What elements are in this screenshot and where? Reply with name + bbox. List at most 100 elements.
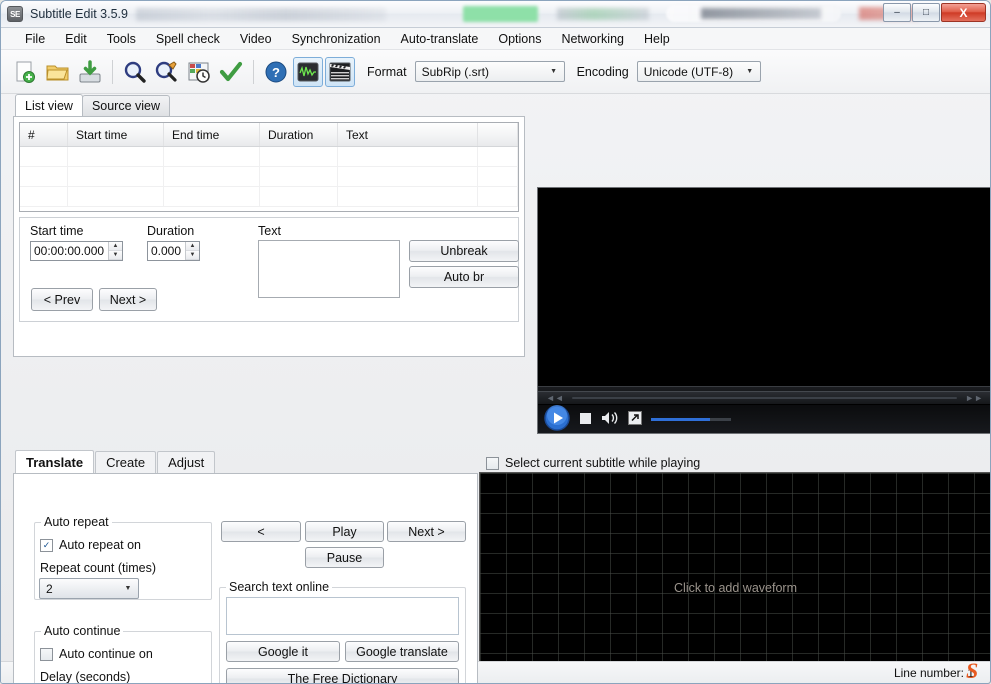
text-label: Text (258, 224, 281, 238)
auto-br-button[interactable]: Auto br (409, 266, 519, 288)
auto-repeat-on-checkbox[interactable]: ✓ Auto repeat on (40, 538, 141, 552)
toggle-waveform-icon[interactable] (293, 56, 323, 87)
volume-icon[interactable] (601, 410, 619, 429)
video-seek-bar[interactable] (571, 397, 958, 399)
volume-slider[interactable] (651, 418, 731, 421)
unbreak-button[interactable]: Unbreak (409, 240, 519, 262)
select-current-subtitle-checkbox[interactable]: Select current subtitle while playing (486, 456, 700, 470)
next-subtitle-button[interactable]: Next > (99, 288, 157, 311)
repeat-count-dropdown[interactable]: 2 ▼ (39, 578, 139, 599)
stop-icon[interactable] (579, 412, 592, 428)
waveform-display[interactable]: Click to add waveform (479, 472, 990, 683)
video-player[interactable]: ◄◄ ►► (537, 187, 990, 434)
column-header-number[interactable]: # (20, 123, 68, 146)
free-dictionary-button[interactable]: The Free Dictionary (226, 668, 459, 683)
google-translate-button[interactable]: Google translate (345, 641, 459, 662)
playback-play-button[interactable]: Play (305, 521, 384, 542)
auto-repeat-group-title: Auto repeat (41, 515, 112, 529)
encoding-dropdown[interactable]: Unicode (UTF-8) ▼ (636, 61, 761, 82)
window-title: Subtitle Edit 3.5.9 (30, 7, 128, 21)
window-buttons: – □ X (883, 3, 986, 22)
maximize-button[interactable]: □ (912, 3, 940, 22)
subtitle-edit-logo-icon: S (966, 658, 979, 683)
subtitle-list-pane: List view Source view # Start time End t… (13, 94, 525, 357)
main-toolbar: ? Format SubRip (.srt) ▼ Encoding Unicod… (1, 50, 990, 94)
tab-translate[interactable]: Translate (15, 450, 95, 473)
application-window: SE Subtitle Edit 3.5.9 – □ X File Edit T… (0, 0, 991, 684)
menu-item-help[interactable]: Help (634, 30, 680, 48)
menu-bar: File Edit Tools Spell check Video Synchr… (1, 28, 990, 50)
playback-next-button[interactable]: Next > (387, 521, 466, 542)
save-icon[interactable] (75, 57, 105, 87)
menu-item-file[interactable]: File (15, 30, 55, 48)
format-value: SubRip (.srt) (421, 64, 489, 79)
rewind-icon[interactable]: ◄◄ (546, 393, 564, 403)
minimize-button[interactable]: – (883, 3, 911, 22)
auto-continue-on-checkbox[interactable]: Auto continue on (40, 647, 153, 661)
fullscreen-icon[interactable] (628, 411, 642, 428)
subtitle-listview[interactable]: # Start time End time Duration Text (19, 122, 519, 212)
list-view-tabstrip: List view Source view (13, 94, 525, 116)
subtitle-edit-icon: SE (7, 6, 23, 22)
menu-item-options[interactable]: Options (488, 30, 551, 48)
playback-prev-button[interactable]: < (221, 521, 301, 542)
close-button[interactable]: X (941, 3, 986, 22)
main-content: List view Source view # Start time End t… (1, 94, 990, 683)
menu-item-networking[interactable]: Networking (551, 30, 634, 48)
line-number-status: Line number: 1 (893, 665, 974, 680)
repeat-count-label: Repeat count (times) (40, 561, 157, 575)
help-icon[interactable]: ? (261, 57, 291, 87)
translate-pane: Translate Create Adjust Auto repeat ✓ Au… (13, 450, 478, 684)
tab-list-view[interactable]: List view (15, 94, 83, 116)
google-it-button[interactable]: Google it (226, 641, 340, 662)
toggle-video-icon[interactable] (325, 56, 355, 87)
title-bar: SE Subtitle Edit 3.5.9 – □ X (1, 1, 990, 28)
find-icon[interactable] (120, 57, 150, 87)
replace-icon[interactable] (152, 57, 182, 87)
delay-seconds-label: Delay (seconds) (40, 670, 131, 684)
toolbar-separator (253, 59, 254, 84)
column-header-text[interactable]: Text (338, 123, 478, 146)
duration-spin-buttons[interactable]: ▲ ▼ (185, 242, 199, 260)
tab-adjust[interactable]: Adjust (157, 451, 216, 473)
menu-item-auto-translate[interactable]: Auto-translate (391, 30, 489, 48)
start-time-stepper[interactable]: 00:00:00.000 ▲ ▼ (30, 241, 123, 261)
video-controls: ◄◄ ►► (538, 386, 990, 434)
spell-check-icon[interactable] (216, 57, 246, 87)
svg-text:?: ? (272, 65, 280, 80)
menu-item-edit[interactable]: Edit (55, 30, 97, 48)
encoding-label: Encoding (576, 64, 629, 79)
format-dropdown[interactable]: SubRip (.srt) ▼ (414, 61, 565, 82)
start-time-spin-buttons[interactable]: ▲ ▼ (108, 242, 122, 260)
duration-stepper[interactable]: 0.000 ▲ ▼ (147, 241, 200, 261)
listview-empty-row (20, 147, 518, 167)
open-folder-icon[interactable] (43, 57, 73, 87)
search-text-input[interactable] (226, 597, 459, 635)
checkbox-icon (40, 647, 53, 661)
duration-label: Duration (147, 224, 195, 238)
start-time-label: Start time (30, 224, 84, 238)
listview-empty-row (20, 187, 518, 207)
tab-source-view[interactable]: Source view (81, 95, 171, 116)
start-time-value: 00:00:00.000 (34, 244, 105, 258)
playback-pause-button[interactable]: Pause (305, 547, 384, 568)
obscured-badge-green (463, 6, 538, 22)
menu-item-spell-check[interactable]: Spell check (146, 30, 230, 48)
select-current-subtitle-label: Select current subtitle while playing (505, 456, 701, 470)
column-header-duration[interactable]: Duration (260, 123, 338, 146)
new-subtitle-icon[interactable] (11, 57, 41, 87)
menu-item-tools[interactable]: Tools (97, 30, 146, 48)
sync-time-icon[interactable] (184, 57, 214, 87)
menu-item-video[interactable]: Video (230, 30, 282, 48)
checkbox-icon (486, 456, 499, 470)
prev-subtitle-button[interactable]: < Prev (31, 288, 93, 311)
column-header-end-time[interactable]: End time (164, 123, 260, 146)
column-header-start-time[interactable]: Start time (68, 123, 164, 146)
menu-item-synchronization[interactable]: Synchronization (282, 30, 391, 48)
subtitle-text-input[interactable] (258, 240, 400, 298)
forward-icon[interactable]: ►► (965, 393, 983, 403)
play-icon[interactable] (544, 405, 570, 434)
toolbar-separator (112, 59, 113, 84)
listview-empty-row (20, 167, 518, 187)
tab-create[interactable]: Create (95, 451, 157, 473)
